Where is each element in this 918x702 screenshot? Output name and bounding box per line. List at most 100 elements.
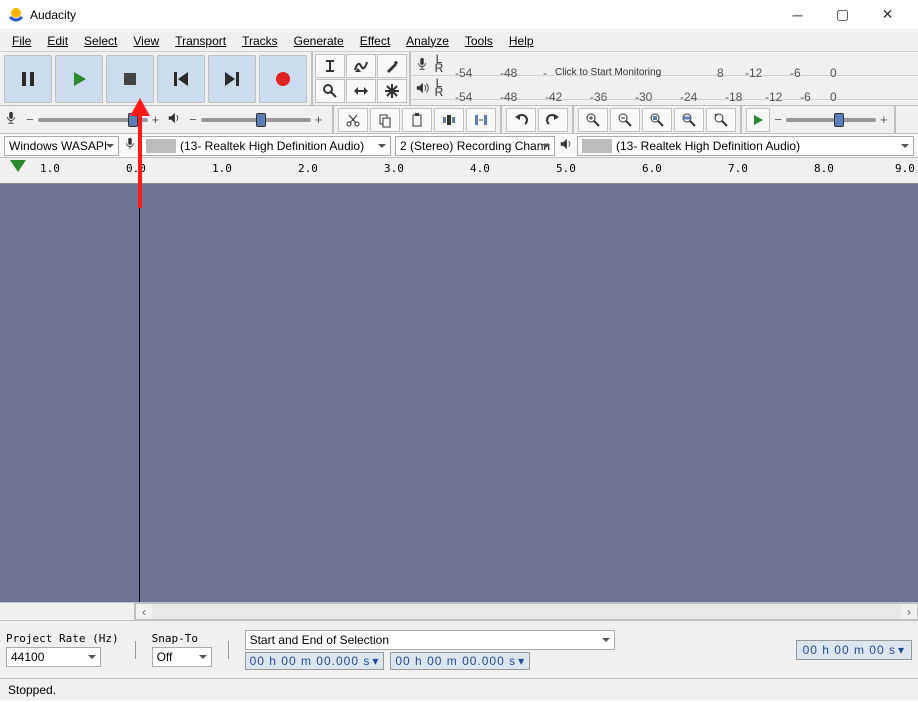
playhead-icon <box>10 160 26 172</box>
time-value: 00 h 00 m 00.000 s <box>250 654 371 668</box>
time-value: 00 h 00 m 00 s <box>803 643 896 657</box>
menu-tools[interactable]: Tools <box>457 32 501 50</box>
menu-generate[interactable]: Generate <box>286 32 352 50</box>
timeline-ruler[interactable]: 1.0 0.0 1.0 2.0 3.0 4.0 5.0 6.0 7.0 8.0 … <box>0 158 918 184</box>
selection-end-time[interactable]: 00 h 00 m 00.000 s▾ <box>390 652 530 670</box>
window-title: Audacity <box>30 8 775 22</box>
ruler-mark: 8.0 <box>814 162 834 175</box>
menu-view[interactable]: View <box>125 32 167 50</box>
speaker-icon <box>559 137 573 154</box>
combo-value: 2 (Stereo) Recording Chann <box>400 139 550 153</box>
speaker-icon <box>411 81 433 95</box>
menu-tracks[interactable]: Tracks <box>234 32 286 50</box>
audio-host-combo[interactable]: Windows WASAPI <box>4 136 119 156</box>
combo-value: Windows WASAPI <box>9 139 107 153</box>
fit-selection-button[interactable] <box>642 108 672 132</box>
selection-tool-button[interactable] <box>315 54 345 78</box>
skip-end-button[interactable] <box>208 55 256 103</box>
redo-button[interactable] <box>538 108 568 132</box>
meter-tick: -12 <box>765 90 782 104</box>
app-logo-icon <box>8 7 24 23</box>
playback-device-combo[interactable]: (13- Realtek High Definition Audio) <box>577 136 914 156</box>
draw-tool-button[interactable] <box>377 54 407 78</box>
trim-button[interactable] <box>434 108 464 132</box>
timeshift-tool-button[interactable] <box>346 79 376 103</box>
silence-button[interactable] <box>466 108 496 132</box>
meter-r-label: R <box>433 64 445 73</box>
speaker-icon <box>167 111 181 128</box>
zoom-tool-button[interactable] <box>315 79 345 103</box>
pause-button[interactable] <box>4 55 52 103</box>
status-text: Stopped. <box>8 683 56 697</box>
menu-edit[interactable]: Edit <box>39 32 76 50</box>
playback-meter[interactable]: LR -54 -48 -42 -36 -30 -24 -18 -12 -6 0 <box>411 76 918 100</box>
zoom-out-button[interactable] <box>610 108 640 132</box>
meter-tick: - <box>543 66 547 80</box>
menu-effect[interactable]: Effect <box>352 32 398 50</box>
selection-mode-combo[interactable]: Start and End of Selection <box>245 630 615 650</box>
status-bar: Stopped. <box>0 678 918 700</box>
zoom-toggle-button[interactable] <box>706 108 736 132</box>
transport-tool-row: LR -54 -48 - Click to Start Monitoring 8… <box>0 52 918 106</box>
menu-transport[interactable]: Transport <box>167 32 234 50</box>
combo-value: Start and End of Selection <box>250 633 389 647</box>
envelope-tool-button[interactable] <box>346 54 376 78</box>
slider-max-icon: + <box>315 112 323 127</box>
record-meter[interactable]: LR -54 -48 - Click to Start Monitoring 8… <box>411 52 918 76</box>
audio-position-time[interactable]: 00 h 00 m 00 s▾ <box>796 640 912 660</box>
recording-device-combo[interactable]: (13- Realtek High Definition Audio) <box>141 136 391 156</box>
device-thumb-icon <box>582 139 612 153</box>
click-monitor-label[interactable]: Click to Start Monitoring <box>555 67 661 78</box>
menu-select[interactable]: Select <box>76 32 125 50</box>
hscroll-row: ‹ › <box>0 602 918 620</box>
zoom-in-button[interactable] <box>578 108 608 132</box>
dropdown-icon[interactable]: ▾ <box>518 654 525 668</box>
divider <box>228 641 229 659</box>
ruler-mark: 4.0 <box>470 162 490 175</box>
play-at-speed-button[interactable] <box>746 108 770 132</box>
ruler-mark: 6.0 <box>642 162 662 175</box>
record-volume-slider[interactable]: − + <box>20 112 165 127</box>
ruler-mark: 3.0 <box>384 162 404 175</box>
play-speed-slider[interactable]: − + <box>772 112 889 127</box>
record-button[interactable] <box>259 55 307 103</box>
skip-start-button[interactable] <box>157 55 205 103</box>
maximize-button[interactable]: ▢ <box>820 0 865 30</box>
track-area[interactable] <box>0 184 918 602</box>
paste-button[interactable] <box>402 108 432 132</box>
combo-value: (13- Realtek High Definition Audio) <box>616 139 800 153</box>
minimize-button[interactable]: ─ <box>775 0 820 30</box>
playback-volume-slider[interactable]: − + <box>183 112 328 127</box>
recording-channels-combo[interactable]: 2 (Stereo) Recording Chann <box>395 136 555 156</box>
menu-help[interactable]: Help <box>501 32 542 50</box>
cut-button[interactable] <box>338 108 368 132</box>
mixer-edit-row: − + − + − + <box>0 106 918 134</box>
copy-button[interactable] <box>370 108 400 132</box>
meter-r-label: R <box>433 88 445 97</box>
selection-start-time[interactable]: 00 h 00 m 00.000 s▾ <box>245 652 385 670</box>
dropdown-icon[interactable]: ▾ <box>372 654 379 668</box>
snap-combo[interactable]: Off <box>152 647 212 667</box>
meter-tick: -54 <box>455 90 472 104</box>
ruler-mark: 5.0 <box>556 162 576 175</box>
play-button[interactable] <box>55 55 103 103</box>
meter-tick: -18 <box>725 90 742 104</box>
project-rate-combo[interactable]: 44100 <box>6 647 101 667</box>
meter-tick: -42 <box>545 90 562 104</box>
meter-tick: -12 <box>745 66 762 80</box>
multi-tool-button[interactable] <box>377 79 407 103</box>
menu-file[interactable]: File <box>4 32 39 50</box>
scroll-left-button[interactable]: ‹ <box>136 605 152 619</box>
device-bar: Windows WASAPI (13- Realtek High Definit… <box>0 134 918 158</box>
dropdown-icon[interactable]: ▾ <box>898 643 905 657</box>
stop-button[interactable] <box>106 55 154 103</box>
titlebar: Audacity ─ ▢ ✕ <box>0 0 918 30</box>
time-value: 00 h 00 m 00.000 s <box>395 654 516 668</box>
horizontal-scrollbar[interactable]: ‹ › <box>135 603 918 620</box>
menu-analyze[interactable]: Analyze <box>398 32 457 50</box>
undo-button[interactable] <box>506 108 536 132</box>
close-button[interactable]: ✕ <box>865 0 910 30</box>
scroll-right-button[interactable]: › <box>901 605 917 619</box>
fit-project-button[interactable] <box>674 108 704 132</box>
selection-panel: Project Rate (Hz) 44100 Snap-To Off Star… <box>0 620 918 678</box>
